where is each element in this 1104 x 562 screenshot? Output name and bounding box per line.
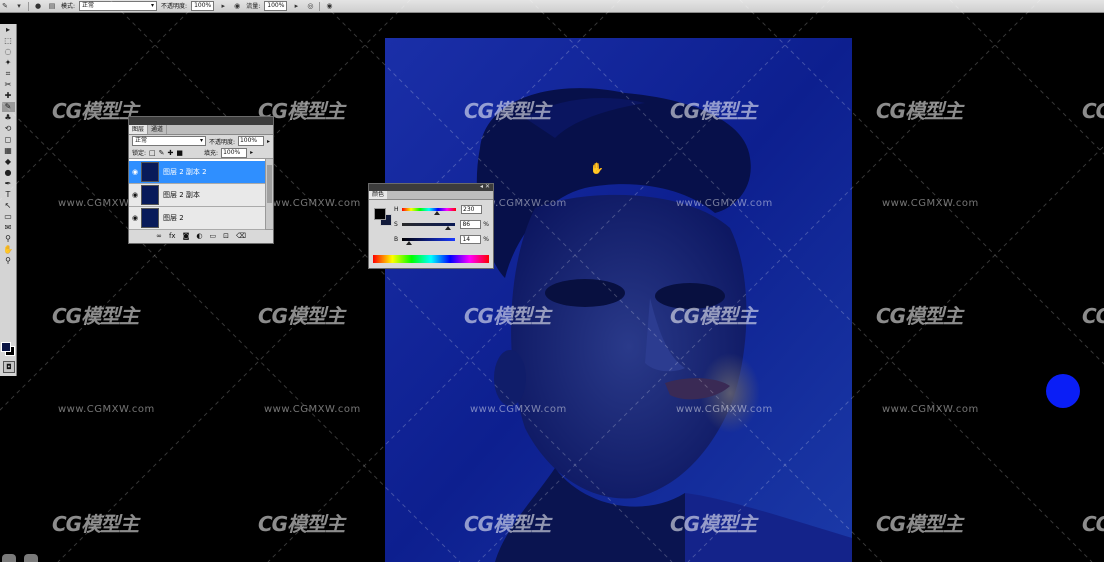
layers-bottom-bar: ∞ fx ◙ ◐ ▭ ⊡ ⌫ — [129, 229, 273, 241]
layer-name: 图层 2 副本 — [163, 191, 200, 199]
foreground-color-swatch[interactable] — [374, 208, 386, 220]
lock-all-icon[interactable]: ■ — [176, 149, 183, 157]
lock-paint-icon[interactable]: ✎ — [159, 149, 165, 157]
eye-icon[interactable]: ◉ — [129, 168, 141, 176]
blend-mode-value: 正常 — [135, 137, 148, 144]
eye-icon[interactable]: ◉ — [129, 191, 141, 199]
layer-thumbnail — [141, 162, 159, 182]
watermark-logo: CG模型主 — [52, 99, 139, 123]
layer-opacity-field[interactable]: 100% — [237, 136, 264, 146]
hue-slider[interactable] — [402, 207, 456, 215]
lock-transparent-icon[interactable]: □ — [149, 149, 156, 157]
taskbar — [0, 553, 60, 562]
saturation-knob[interactable] — [444, 225, 451, 230]
new-layer-icon[interactable]: ⊡ — [223, 232, 229, 240]
fx-icon[interactable]: fx — [169, 232, 176, 240]
watermark-url: www.CGMXW.com — [676, 404, 773, 415]
watermark-logo: CG模型主 — [464, 99, 551, 123]
layer-row[interactable]: ◉ 图层 2 副本 2 — [129, 161, 265, 184]
watermark-logo: CG模型主 — [258, 304, 345, 328]
watermark-logo: CG模型主 — [52, 304, 139, 328]
hue-knob[interactable] — [433, 210, 440, 215]
scroll-thumb[interactable] — [267, 165, 272, 203]
watermark-logo: CG模型主 — [464, 512, 551, 536]
layers-scrollbar[interactable] — [265, 159, 273, 229]
panel-titlebar[interactable]: ◂ ✕ — [369, 183, 493, 191]
opacity-label: 不透明度: — [208, 138, 235, 146]
blend-mode-select[interactable]: 正常 ▾ — [132, 136, 206, 146]
lock-row: 锁定: □ ✎ ✚ ■ 填充: 100% ▸ — [129, 147, 273, 159]
adjustment-icon[interactable]: ◐ — [196, 232, 202, 240]
tab-color[interactable]: 颜色 — [369, 191, 388, 199]
chevron-right-icon[interactable]: ▸ — [267, 138, 270, 145]
watermark-url: www.CGMXW.com — [676, 198, 773, 209]
watermark-logo: CG模型主 — [876, 304, 963, 328]
chevron-right-icon[interactable]: ▸ — [250, 149, 253, 156]
lock-label: 锁定: — [132, 150, 147, 157]
watermark-logo: CG模型主 — [1082, 99, 1104, 123]
hue-label: H — [394, 205, 399, 213]
watermark-logo: CG模型主 — [876, 512, 963, 536]
watermark-logo: CG模型主 — [876, 99, 963, 123]
color-spectrum-bar[interactable] — [373, 255, 489, 263]
layer-row[interactable]: ◉ 图层 2 副本 — [129, 184, 265, 207]
layer-name: 图层 2 副本 2 — [163, 168, 207, 176]
saturation-label: S — [394, 220, 398, 228]
link-icon[interactable]: ∞ — [156, 232, 162, 240]
saturation-unit: % — [483, 220, 489, 228]
watermark-logo: CG模型主 — [670, 304, 757, 328]
group-icon[interactable]: ▭ — [209, 232, 216, 240]
brush-preview-dot — [1046, 374, 1080, 408]
hand-cursor-icon: ✋ — [590, 162, 604, 175]
brightness-label: B — [394, 235, 399, 243]
layers-panel-tabs: 图层 通道 — [129, 125, 273, 135]
watermark-logo: CG模型主 — [1082, 304, 1104, 328]
taskbar-button[interactable] — [24, 554, 38, 562]
watermark-logo: CG模型主 — [1082, 512, 1104, 536]
fill-label: 填充: — [204, 150, 219, 157]
brightness-field[interactable]: 14 — [460, 234, 482, 244]
brightness-row: B 14 % — [394, 234, 489, 245]
hue-field[interactable]: 230 — [461, 204, 482, 214]
layers-panel: 图层 通道 正常 ▾ 不透明度: 100% ▸ 锁定: □ ✎ ✚ ■ 填充: … — [128, 116, 274, 244]
color-panel-tabs: 颜色 — [369, 191, 493, 200]
color-panel: ◂ ✕ 颜色 H 230 S 86 % B 14 % — [368, 183, 494, 269]
saturation-slider[interactable] — [401, 222, 456, 230]
watermark-logo: CG模型主 — [258, 512, 345, 536]
trash-icon[interactable]: ⌫ — [236, 232, 246, 240]
watermark-lines — [0, 0, 1104, 562]
brightness-slider[interactable] — [401, 237, 456, 245]
panel-titlebar[interactable] — [129, 117, 273, 125]
watermark-logo: CG模型主 — [52, 512, 139, 536]
brightness-unit: % — [483, 235, 489, 243]
lock-move-icon[interactable]: ✚ — [168, 149, 174, 157]
watermark-logo: CG模型主 — [670, 99, 757, 123]
saturation-row: S 86 % — [394, 219, 489, 230]
watermark-url: www.CGMXW.com — [882, 198, 979, 209]
watermark-url: www.CGMXW.com — [58, 404, 155, 415]
layer-thumbnail — [141, 185, 159, 205]
tab-layers[interactable]: 图层 — [129, 125, 149, 134]
watermark-url: www.CGMXW.com — [264, 404, 361, 415]
fill-field[interactable]: 100% — [221, 147, 248, 158]
layer-list: ◉ 图层 2 副本 2 ◉ 图层 2 副本 ◉ 图层 2 — [129, 159, 273, 230]
brightness-knob[interactable] — [406, 240, 413, 245]
watermark-logo: CG模型主 — [670, 512, 757, 536]
layer-row[interactable]: ◉ 图层 2 — [129, 207, 265, 230]
layer-name: 图层 2 — [163, 214, 184, 222]
panel-controls-icon[interactable]: ◂ ✕ — [480, 183, 490, 190]
hue-row: H 230 — [394, 204, 489, 215]
watermark-logo: CG模型主 — [464, 304, 551, 328]
watermark-url: www.CGMXW.com — [470, 404, 567, 415]
watermark-url: www.CGMXW.com — [882, 404, 979, 415]
chevron-down-icon: ▾ — [199, 137, 203, 144]
eye-icon[interactable]: ◉ — [129, 214, 141, 222]
blend-row: 正常 ▾ 不透明度: 100% ▸ — [129, 135, 273, 147]
taskbar-button[interactable] — [2, 554, 16, 562]
mask-icon[interactable]: ◙ — [183, 232, 190, 240]
layer-thumbnail — [141, 208, 159, 228]
watermark-url: www.CGMXW.com — [264, 198, 361, 209]
tab-channels[interactable]: 通道 — [148, 125, 168, 134]
saturation-field[interactable]: 86 — [460, 219, 482, 229]
